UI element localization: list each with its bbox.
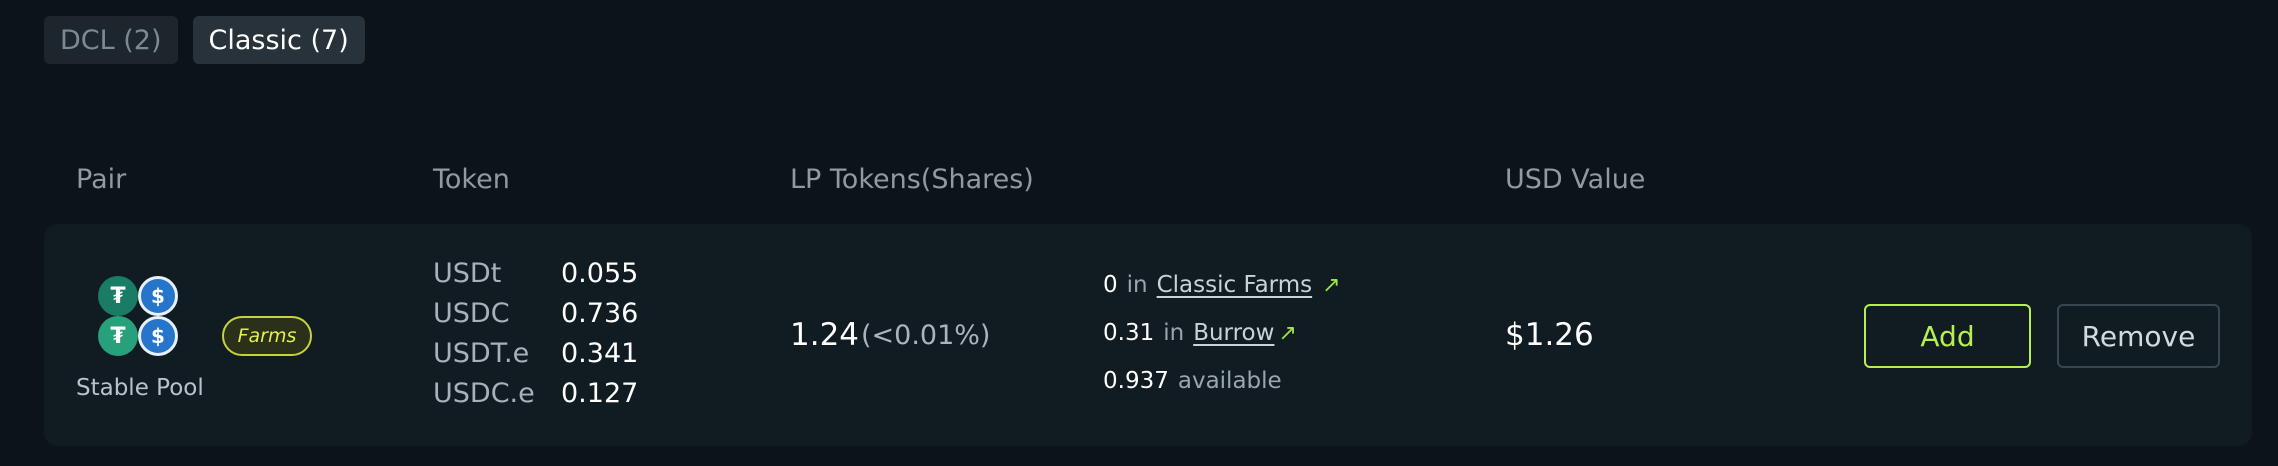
classic-farms-link[interactable]: Classic Farms [1157,272,1313,298]
tether-icon: ₮ [98,276,138,316]
token-symbol: USDT.e [433,338,530,369]
burrow-line: 0.31 in Burrow ↗ [1103,320,1297,346]
tether-icon: ₮ [98,316,138,356]
pool-type-tabs: DCL (2) Classic (7) [44,16,365,64]
available-amount: 0.937 [1103,368,1169,394]
available-label: available [1177,368,1282,394]
token-amount: 0.127 [561,378,639,409]
token-amount: 0.341 [561,338,639,369]
classic-farms-amount: 0 [1103,272,1118,298]
header-token: Token [433,164,510,195]
pair-logos: ₮ $ ₮ $ [96,276,186,360]
lp-share-percent: (<0.01%) [861,320,991,351]
token-symbol: USDt [433,258,502,289]
farms-badge: Farms [222,316,312,356]
external-link-icon[interactable]: ↗ [1322,273,1340,298]
tab-classic[interactable]: Classic (7) [192,16,365,64]
token-amount: 0.736 [561,298,639,329]
usdc-icon: $ [138,316,178,356]
burrow-amount: 0.31 [1103,320,1155,346]
classic-farms-line: 0 in Classic Farms ↗ [1103,272,1341,298]
token-symbol: USDC [433,298,510,329]
in-label: in [1163,320,1185,346]
tab-dcl[interactable]: DCL (2) [44,16,178,64]
header-usd-value: USD Value [1505,164,1646,195]
token-amount: 0.055 [561,258,639,289]
usd-value: $1.26 [1505,317,1594,353]
header-lp-tokens: LP Tokens(Shares) [790,164,1034,195]
lp-token-amount: 1.24 [790,317,860,353]
token-symbol: USDC.e [433,378,535,409]
usdc-icon: $ [138,276,178,316]
in-label: in [1126,272,1148,298]
remove-liquidity-button[interactable]: Remove [2057,304,2220,368]
available-line: 0.937 available [1103,368,1282,394]
burrow-link[interactable]: Burrow [1193,320,1274,346]
external-link-icon[interactable]: ↗ [1278,321,1296,346]
pool-name: Stable Pool [76,375,204,401]
header-pair: Pair [76,164,127,195]
add-liquidity-button[interactable]: Add [1864,304,2031,368]
